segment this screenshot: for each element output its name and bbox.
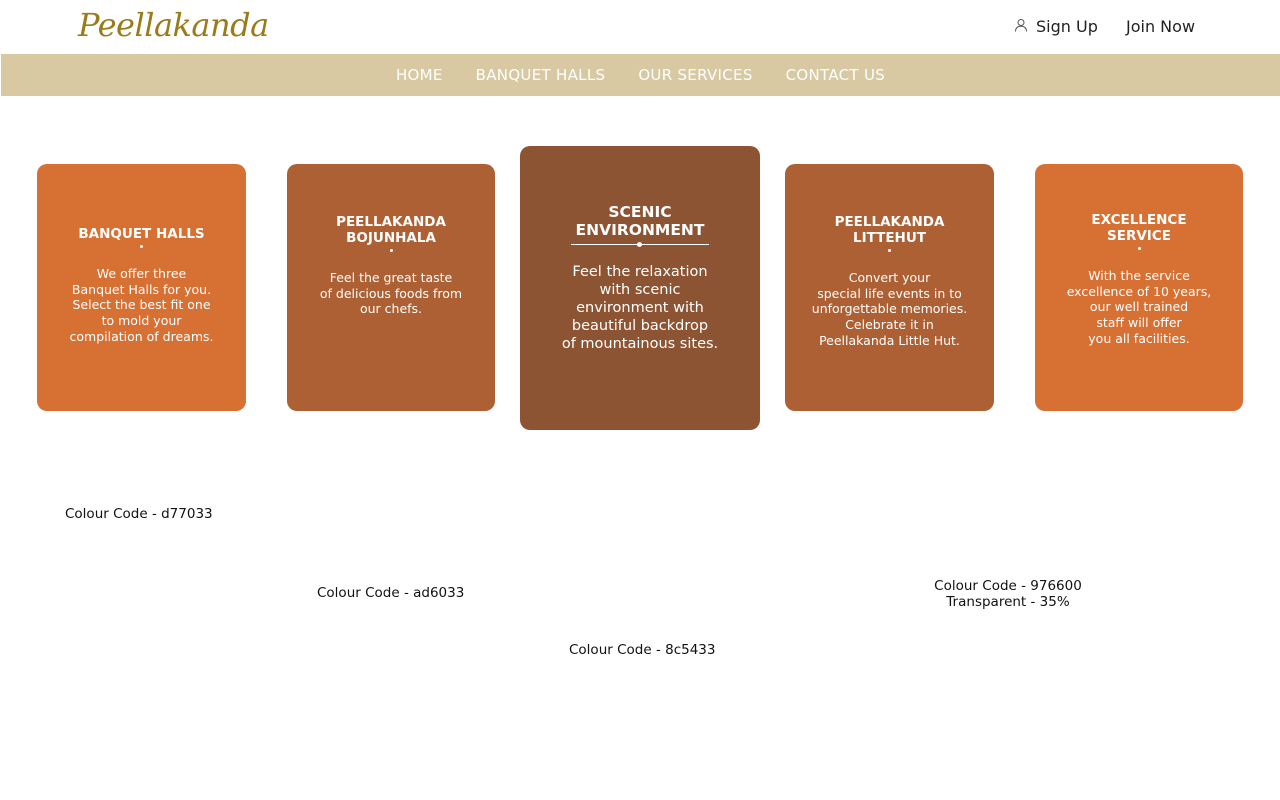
main-nav: HOME BANQUET HALLS OUR SERVICES CONTACT … xyxy=(1,54,1280,96)
page: Peellakanda Sign Up Join Now HOME BANQUE… xyxy=(0,0,1280,800)
card-body: Convert your special life events in to u… xyxy=(811,270,968,348)
card-title: PEELLAKANDA LITTEHUT xyxy=(834,214,945,246)
logo[interactable]: Peellakanda xyxy=(78,6,269,44)
card-body: We offer three Banquet Halls for you. Se… xyxy=(69,266,214,344)
colour-code-note: Colour Code - 976600 Transparent - 35% xyxy=(934,578,1082,610)
card-divider-dot xyxy=(888,249,891,252)
colour-code-note: Colour Code - d77033 xyxy=(65,506,213,522)
card-title: EXCELLENCE SERVICE xyxy=(1091,212,1187,244)
card-scenic-environment[interactable]: SCENIC ENVIRONMENT Feel the relaxation w… xyxy=(520,146,760,430)
header: Peellakanda Sign Up Join Now xyxy=(0,0,1280,54)
card-excellence-service[interactable]: EXCELLENCE SERVICE With the service exce… xyxy=(1035,164,1243,411)
sign-up-label: Sign Up xyxy=(1036,17,1098,36)
card-body: With the service excellence of 10 years,… xyxy=(1066,268,1212,346)
nav-item-home[interactable]: HOME xyxy=(396,66,443,84)
card-divider-rule xyxy=(571,242,709,247)
card-title: SCENIC ENVIRONMENT xyxy=(575,203,705,239)
card-bojunhala[interactable]: PEELLAKANDA BOJUNHALA Feel the great tas… xyxy=(287,164,495,411)
card-divider-dot xyxy=(389,249,393,252)
card-banquet-halls[interactable]: BANQUET HALLS We offer three Banquet Hal… xyxy=(37,164,246,411)
nav-item-banquet-halls[interactable]: BANQUET HALLS xyxy=(476,66,606,84)
card-body: Feel the great taste of delicious foods … xyxy=(319,270,463,317)
card-divider-dot xyxy=(140,245,143,248)
join-now-link[interactable]: Join Now xyxy=(1126,17,1195,36)
card-littehut[interactable]: PEELLAKANDA LITTEHUT Convert your specia… xyxy=(785,164,994,411)
card-title: BANQUET HALLS xyxy=(78,226,205,242)
nav-item-contact-us[interactable]: CONTACT US xyxy=(786,66,885,84)
nav-item-our-services[interactable]: OUR SERVICES xyxy=(638,66,752,84)
card-body: Feel the relaxation with scenic environm… xyxy=(561,264,719,352)
colour-code-note: Colour Code - ad6033 xyxy=(317,585,465,601)
user-icon xyxy=(1014,17,1028,36)
card-divider-dot xyxy=(1137,247,1141,250)
card-title: PEELLAKANDA BOJUNHALA xyxy=(336,214,446,246)
colour-code-note: Colour Code - 8c5433 xyxy=(569,642,716,658)
sign-up-link[interactable]: Sign Up xyxy=(1014,17,1098,36)
card-divider-dot xyxy=(637,242,642,247)
